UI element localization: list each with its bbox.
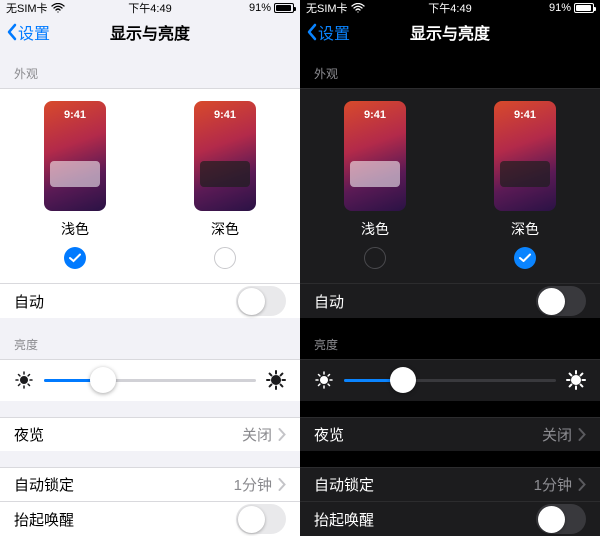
brightness-slider[interactable]	[344, 379, 556, 382]
night-shift-row[interactable]: 夜览 关闭	[300, 417, 600, 452]
dark-mode-pane: 无SIM卡 下午4:49 91% 设置 显示与亮度 外观 9:41 浅色 9:4…	[300, 0, 600, 536]
chevron-right-icon	[278, 428, 286, 441]
appearance-section-label: 外观	[0, 47, 300, 88]
night-shift-value: 关闭	[242, 424, 272, 445]
raise-to-wake-switch[interactable]	[236, 504, 286, 534]
page-title: 显示与亮度	[0, 20, 300, 44]
dark-mode-label: 深色	[211, 219, 239, 239]
chevron-right-icon	[278, 478, 286, 491]
auto-label: 自动	[14, 291, 44, 312]
appearance-option-dark[interactable]: 9:41 深色	[170, 101, 280, 269]
night-shift-value: 关闭	[542, 424, 572, 445]
light-mode-radio[interactable]	[364, 247, 386, 269]
dark-mode-thumbnail: 9:41	[194, 101, 256, 211]
appearance-section-label: 外观	[300, 47, 600, 88]
auto-row: 自动	[0, 283, 300, 318]
auto-lock-value: 1分钟	[234, 474, 272, 495]
nav-bar: 设置 显示与亮度	[300, 16, 600, 47]
light-mode-thumbnail: 9:41	[344, 101, 406, 211]
appearance-picker: 9:41 浅色 9:41 深色	[0, 88, 300, 283]
chevron-right-icon	[578, 478, 586, 491]
light-mode-thumbnail: 9:41	[44, 101, 106, 211]
raise-to-wake-row: 抬起唤醒	[300, 501, 600, 536]
status-bar: 无SIM卡 下午4:49 91%	[300, 0, 600, 16]
auto-switch[interactable]	[236, 286, 286, 316]
brightness-section-label: 亮度	[0, 318, 300, 359]
light-mode-radio[interactable]	[64, 247, 86, 269]
battery-icon	[274, 3, 294, 13]
night-shift-row[interactable]: 夜览 关闭	[0, 417, 300, 452]
status-time: 下午4:49	[0, 0, 300, 16]
raise-to-wake-row: 抬起唤醒	[0, 501, 300, 536]
appearance-option-light[interactable]: 9:41 浅色	[320, 101, 430, 269]
dark-mode-radio[interactable]	[514, 247, 536, 269]
status-time: 下午4:49	[300, 0, 600, 16]
dark-mode-label: 深色	[511, 219, 539, 239]
brightness-section-label: 亮度	[300, 318, 600, 359]
sun-min-icon	[314, 370, 334, 390]
auto-lock-label: 自动锁定	[314, 474, 374, 495]
page-title: 显示与亮度	[300, 20, 600, 44]
light-mode-label: 浅色	[61, 219, 89, 239]
chevron-right-icon	[578, 428, 586, 441]
dark-mode-thumbnail: 9:41	[494, 101, 556, 211]
raise-to-wake-switch[interactable]	[536, 504, 586, 534]
battery-icon	[574, 3, 594, 13]
light-mode-label: 浅色	[361, 219, 389, 239]
nav-bar: 设置 显示与亮度	[0, 16, 300, 47]
auto-row: 自动	[300, 283, 600, 318]
appearance-picker: 9:41 浅色 9:41 深色	[300, 88, 600, 283]
night-shift-label: 夜览	[314, 424, 344, 445]
light-mode-pane: 无SIM卡 下午4:49 91% 设置 显示与亮度 外观 9:41 浅色 9:4…	[0, 0, 300, 536]
raise-to-wake-label: 抬起唤醒	[14, 509, 74, 530]
raise-to-wake-label: 抬起唤醒	[314, 509, 374, 530]
sun-max-icon	[566, 370, 586, 390]
status-bar: 无SIM卡 下午4:49 91%	[0, 0, 300, 16]
appearance-option-dark[interactable]: 9:41 深色	[470, 101, 580, 269]
night-shift-label: 夜览	[14, 424, 44, 445]
sun-min-icon	[14, 370, 34, 390]
auto-switch[interactable]	[536, 286, 586, 316]
auto-lock-row[interactable]: 自动锁定 1分钟	[0, 467, 300, 502]
auto-lock-label: 自动锁定	[14, 474, 74, 495]
brightness-row	[0, 359, 300, 401]
auto-lock-row[interactable]: 自动锁定 1分钟	[300, 467, 600, 502]
sun-max-icon	[266, 370, 286, 390]
brightness-row	[300, 359, 600, 401]
appearance-option-light[interactable]: 9:41 浅色	[20, 101, 130, 269]
brightness-slider[interactable]	[44, 379, 256, 382]
auto-lock-value: 1分钟	[534, 474, 572, 495]
dark-mode-radio[interactable]	[214, 247, 236, 269]
auto-label: 自动	[314, 291, 344, 312]
